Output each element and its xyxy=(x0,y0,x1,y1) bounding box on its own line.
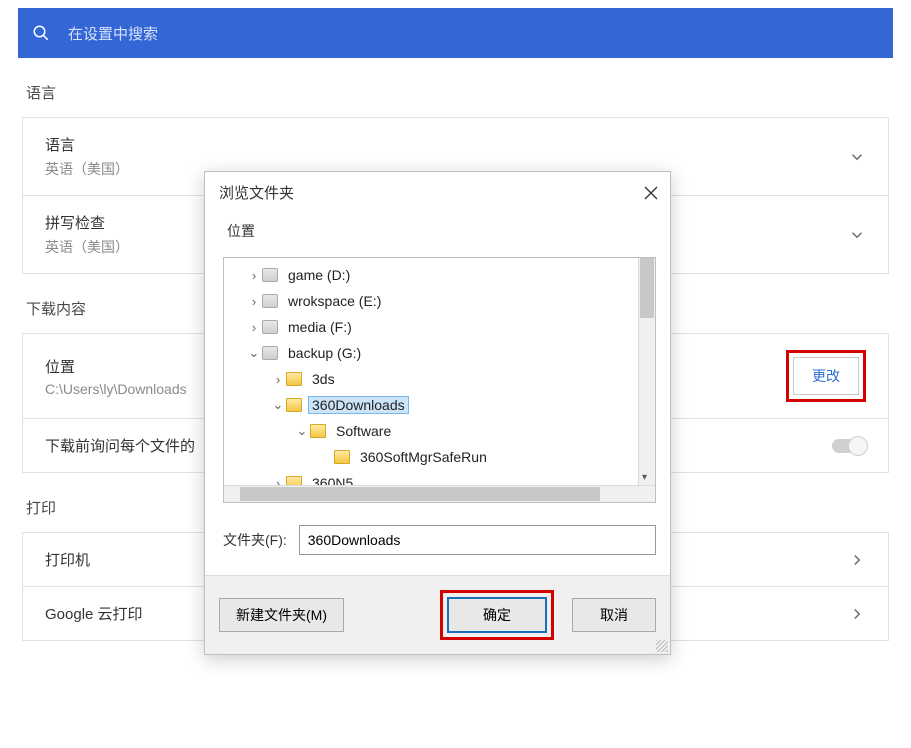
dialog-titlebar: 浏览文件夹 xyxy=(205,172,670,211)
scrollbar-down-icon[interactable]: ▾ xyxy=(642,472,647,483)
vertical-scrollbar[interactable]: ▴ ▾ xyxy=(638,258,655,485)
cancel-button[interactable]: 取消 xyxy=(572,598,656,632)
drive-icon xyxy=(262,346,278,360)
row-label: Google 云打印 xyxy=(45,603,143,624)
dialog-button-bar: 新建文件夹(M) 确定 取消 xyxy=(205,575,670,654)
horizontal-scrollbar[interactable] xyxy=(224,485,655,502)
folder-icon xyxy=(286,476,302,485)
location-label: 位置 xyxy=(227,221,656,241)
row-sub: 英语（美国） xyxy=(45,237,129,257)
ok-button-highlight: 确定 xyxy=(440,590,554,640)
tree-item-drive[interactable]: ›game (D:) xyxy=(224,262,655,288)
tree-item-folder[interactable]: ›360N5 xyxy=(224,470,655,485)
search-icon xyxy=(32,24,50,42)
folder-field-label: 文件夹(F): xyxy=(223,530,287,550)
ok-button[interactable]: 确定 xyxy=(447,597,547,633)
row-label: 位置 xyxy=(45,356,187,377)
ask-toggle[interactable] xyxy=(832,439,866,453)
new-folder-button[interactable]: 新建文件夹(M) xyxy=(219,598,344,632)
section-title-language: 语言 xyxy=(26,82,911,103)
change-button[interactable]: 更改 xyxy=(793,357,859,395)
chevron-right-icon xyxy=(848,605,866,623)
folder-name-input[interactable] xyxy=(299,525,656,555)
drive-icon xyxy=(262,268,278,282)
folder-icon xyxy=(334,450,350,464)
tree-item-folder-selected[interactable]: ⌄360Downloads xyxy=(224,392,655,418)
tree-item-drive[interactable]: ›media (F:) xyxy=(224,314,655,340)
folder-icon xyxy=(310,424,326,438)
row-label: 下载前询问每个文件的 xyxy=(45,435,195,456)
folder-icon xyxy=(286,372,302,386)
folder-tree: ›game (D:) ›wrokspace (E:) ›media (F:) ⌄… xyxy=(223,257,656,503)
search-placeholder: 在设置中搜索 xyxy=(68,23,158,44)
dialog-title: 浏览文件夹 xyxy=(219,182,294,203)
scrollbar-thumb[interactable] xyxy=(240,487,600,501)
drive-icon xyxy=(262,294,278,308)
tree-item-drive-backup[interactable]: ⌄backup (G:) xyxy=(224,340,655,366)
chevron-down-icon xyxy=(848,148,866,166)
tree-item-drive[interactable]: ›wrokspace (E:) xyxy=(224,288,655,314)
browse-folder-dialog: 浏览文件夹 位置 ›game (D:) ›wrokspace (E:) ›med… xyxy=(204,171,671,655)
drive-icon xyxy=(262,320,278,334)
close-icon[interactable] xyxy=(644,186,658,200)
row-sub: C:\Users\ly\Downloads xyxy=(45,381,187,397)
tree-item-folder[interactable]: ›3ds xyxy=(224,366,655,392)
change-button-highlight: 更改 xyxy=(786,350,866,402)
chevron-down-icon xyxy=(848,226,866,244)
row-label: 打印机 xyxy=(45,549,90,570)
row-label: 拼写检查 xyxy=(45,212,129,233)
settings-search-bar[interactable]: 在设置中搜索 xyxy=(18,8,893,58)
tree-item-folder[interactable]: ⌄Software xyxy=(224,418,655,444)
row-sub: 英语（美国） xyxy=(45,159,129,179)
scrollbar-thumb[interactable] xyxy=(640,258,654,318)
chevron-right-icon xyxy=(848,551,866,569)
resize-grip-icon[interactable] xyxy=(656,640,668,652)
tree-item-folder[interactable]: 360SoftMgrSafeRun xyxy=(224,444,655,470)
folder-icon xyxy=(286,398,302,412)
row-label: 语言 xyxy=(45,134,129,155)
